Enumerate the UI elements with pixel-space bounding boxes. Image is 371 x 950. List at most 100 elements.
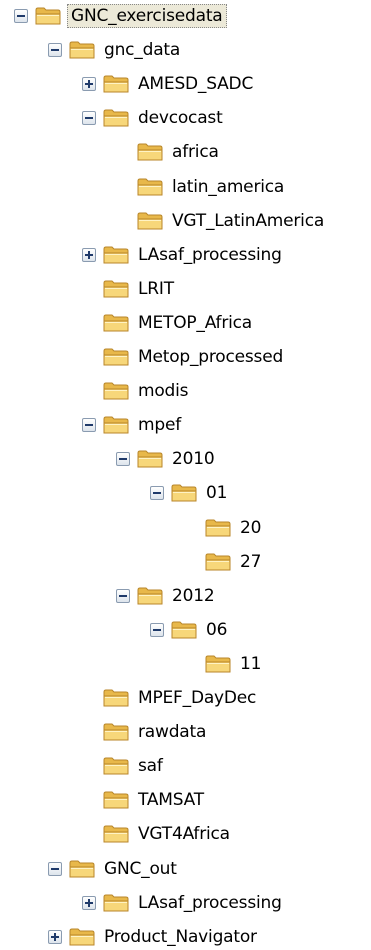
collapse-icon[interactable] [116,452,130,467]
tree-item[interactable]: africa [116,139,222,165]
tree-item[interactable]: latin_america [116,174,287,200]
tree-item-label: 2012 [172,585,215,606]
folder-tree: GNC_exercisedata gnc_data AMESD_SADCdevcoc… [0,0,371,948]
tree-item[interactable]: VGT_LatinAmerica [116,208,327,234]
folder-icon [137,449,169,469]
tree-item[interactable]: 2012 [116,583,217,609]
tree-item[interactable]: Product_Navigator [48,924,260,950]
tree-item[interactable]: 06 [150,617,230,643]
tree-item[interactable]: rawdata [82,719,209,745]
collapse-icon[interactable] [82,418,96,433]
tree-item[interactable]: 20 [184,515,264,541]
tree-item[interactable]: saf [82,753,166,779]
tree-item-label: TAMSAT [138,790,204,811]
collapse-icon[interactable] [14,9,28,23]
folder-icon [69,859,101,879]
collapse-icon[interactable] [150,622,164,637]
tree-item[interactable]: 11 [184,651,264,677]
folder-icon [205,654,237,674]
tree-item-label: GNC_exercisedata [67,4,227,28]
tree-item[interactable]: Metop_processed [82,344,286,370]
expand-icon[interactable] [82,247,96,262]
collapse-icon[interactable] [116,588,130,603]
tree-item[interactable]: mpef [82,412,184,438]
expand-icon[interactable] [48,929,62,944]
tree-item[interactable]: 2010 [116,446,217,472]
tree-item-label: VGT_LatinAmerica [172,210,325,231]
tree-item-label: 01 [206,483,228,504]
tree-item-label: rawdata [138,722,207,743]
tree-item-label: devcocast [138,108,223,129]
tree-item[interactable]: LAsaf_processing [82,242,285,268]
tree-item-label: GNC_out [104,858,177,879]
tree-item[interactable]: gnc_data [48,37,183,63]
tree-item-label: modis [138,381,189,402]
tree-item-label: 06 [206,619,228,640]
tree-item[interactable]: AMESD_SADC [82,71,256,97]
tree-item-label: saf [138,756,163,777]
folder-icon [103,279,135,299]
tree-item-label: 11 [240,653,262,674]
folder-icon [103,688,135,708]
expand-icon[interactable] [82,77,96,92]
tree-item[interactable]: TAMSAT [82,787,207,813]
tree-item-label: Metop_processed [138,347,284,367]
folder-icon [35,6,67,26]
tree-item[interactable]: GNC_exercisedata [14,3,227,29]
tree-item-label: 20 [240,517,262,538]
tree-item-label: latin_america [172,176,285,197]
tree-item-label: 2010 [172,449,215,470]
tree-item[interactable]: 01 [150,480,230,506]
tree-item[interactable]: 27 [184,549,264,575]
folder-icon [137,586,169,606]
collapse-icon[interactable] [48,43,62,58]
tree-item[interactable]: devcocast [82,105,226,131]
folder-icon [103,824,135,844]
folder-icon [103,893,135,913]
tree-item[interactable]: LRIT [82,276,177,302]
collapse-icon[interactable] [150,486,164,501]
tree-item-label: africa [172,142,219,163]
tree-item-label: Product_Navigator [104,926,257,947]
tree-item-label: 27 [240,551,262,572]
folder-icon [69,40,101,60]
tree-item-label: VGT4Africa [138,824,230,845]
tree-item[interactable]: modis [82,378,191,404]
expand-icon[interactable] [82,895,96,910]
collapse-icon[interactable] [82,111,96,126]
folder-icon [137,142,169,162]
tree-item[interactable]: MPEF_DayDec [82,685,259,711]
tree-item-label: gnc_data [104,40,181,61]
tree-item-label: LAsaf_processing [138,892,282,913]
folder-icon [137,211,169,231]
folder-icon [103,415,135,435]
folder-icon [103,74,135,94]
tree-item[interactable]: METOP_Africa [82,310,255,336]
folder-icon [171,620,203,640]
tree-item-label: mpef [138,415,181,436]
tree-item[interactable]: GNC_out [48,856,180,882]
folder-icon [137,177,169,197]
collapse-icon[interactable] [48,861,62,876]
tree-item-label: MPEF_DayDec [138,688,257,708]
folder-icon [205,552,237,572]
tree-item-label: LRIT [138,278,174,299]
folder-icon [205,518,237,538]
folder-icon [103,313,135,333]
tree-item[interactable]: VGT4Africa [82,821,233,847]
folder-icon [103,108,135,128]
tree-item-label: METOP_Africa [138,312,253,333]
folder-icon [103,381,135,401]
tree-item[interactable]: LAsaf_processing [82,890,285,916]
